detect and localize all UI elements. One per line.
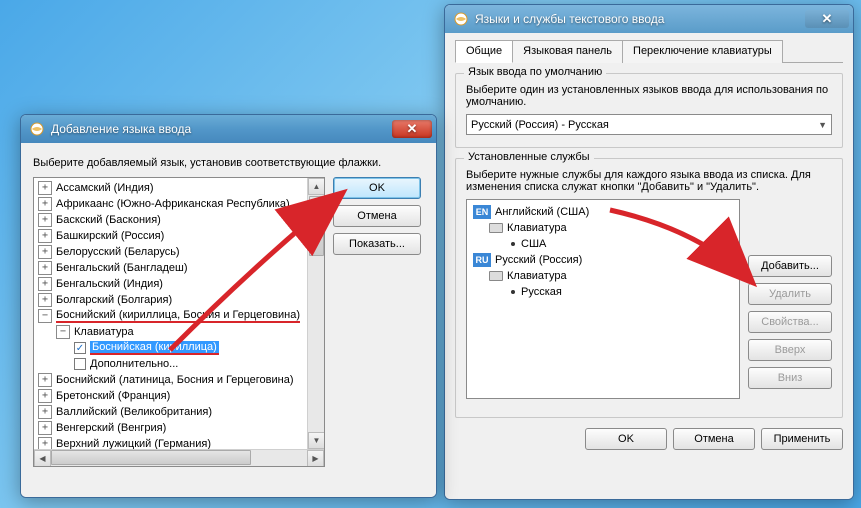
tab-strip: Общие Языковая панель Переключение клави… [455,39,843,63]
tab-key-switch[interactable]: Переключение клавиатуры [622,40,783,63]
cancel-button[interactable]: Отмена [673,428,755,450]
tree-item-selected[interactable]: Боснийская (кириллица) [90,341,219,355]
ok-button[interactable]: OK [333,177,421,199]
vertical-scrollbar[interactable]: ▲ ▼ [307,178,324,449]
text-services-dialog: Языки и службы текстового ввода ✕ Общие … [444,4,854,500]
chevron-down-icon: ▼ [818,120,827,130]
services-tree[interactable]: EN Английский (США) Клавиатура США RU Русс… [466,199,740,399]
tree-item[interactable]: Болгарский (Болгария) [56,294,172,306]
close-button[interactable]: ✕ [392,120,432,138]
horizontal-scrollbar[interactable]: ◀ ▶ [34,449,324,466]
kb-label: Клавиатура [507,222,567,234]
scroll-right-icon[interactable]: ▶ [307,450,324,467]
expand-icon[interactable]: + [38,293,52,307]
tree-item[interactable]: Баскский (Баскония) [56,214,161,226]
tree-item[interactable]: Бенгальский (Бангладеш) [56,262,188,274]
default-language-group: Язык ввода по умолчанию Выберите один из… [455,73,843,148]
dialog-buttons: OK Отмена Применить [455,428,843,450]
add-button[interactable]: Добавить... [748,255,832,277]
expand-icon[interactable]: + [38,229,52,243]
dialog-body: Выберите добавляемый язык, установив соо… [21,143,436,497]
expand-icon[interactable]: + [38,373,52,387]
lang-ru: Русский (Россия) [495,254,582,266]
apply-button[interactable]: Применить [761,428,843,450]
services-buttons: Добавить... Удалить Свойства... Вверх Вн… [748,199,832,399]
bullet-icon [511,242,515,246]
tab-language-bar[interactable]: Языковая панель [512,40,623,63]
ok-button[interactable]: OK [585,428,667,450]
layout-en: США [521,238,546,250]
tree-item[interactable]: Ассамский (Индия) [56,182,154,194]
expand-icon[interactable]: + [38,421,52,435]
lang-en: Английский (США) [495,206,589,218]
lang-badge-ru: RU [473,253,491,267]
group-text: Выберите один из установленных языков вв… [466,84,832,108]
collapse-icon[interactable]: − [56,325,70,339]
down-button[interactable]: Вниз [748,367,832,389]
tree-item[interactable]: Белорусский (Беларусь) [56,246,180,258]
close-button[interactable]: ✕ [805,10,849,28]
properties-button[interactable]: Свойства... [748,311,832,333]
button-column: OK Отмена Показать... [333,177,421,467]
tree-item[interactable]: Бретонский (Франция) [56,390,170,402]
tree-item[interactable]: Африкаанс (Южно-Африканская Республика) [56,198,290,210]
bullet-icon [511,290,515,294]
combo-value: Русский (Россия) - Русская [471,119,609,131]
delete-button[interactable]: Удалить [748,283,832,305]
expand-icon[interactable]: + [38,389,52,403]
titlebar[interactable]: Добавление языка ввода ✕ [21,115,436,143]
titlebar[interactable]: Языки и службы текстового ввода ✕ [445,5,853,33]
dialog-body: Общие Языковая панель Переключение клави… [445,33,853,499]
app-icon [453,11,469,27]
scroll-thumb[interactable] [309,196,324,256]
checkbox-unchecked[interactable] [74,358,86,370]
group-text: Выберите нужные службы для каждого языка… [466,169,832,193]
tree-item[interactable]: Боснийский (латиница, Босния и Герцегови… [56,374,294,386]
language-tree[interactable]: + Ассамский (Индия) + Африкаанс (Южно-Афри… [33,177,325,467]
expand-icon[interactable]: + [38,213,52,227]
lang-badge-en: EN [473,205,491,219]
tab-general[interactable]: Общие [455,40,513,63]
scroll-down-icon[interactable]: ▼ [308,432,325,449]
app-icon [29,121,45,137]
tree-item[interactable]: Бенгальский (Индия) [56,278,163,290]
tree-item[interactable]: Валлийский (Великобритания) [56,406,212,418]
expand-icon[interactable]: + [38,181,52,195]
installed-services-group: Установленные службы Выберите нужные слу… [455,158,843,418]
scroll-thumb[interactable] [51,450,251,465]
collapse-icon[interactable]: − [38,309,52,323]
layout-ru: Русская [521,286,562,298]
default-language-combo[interactable]: Русский (Россия) - Русская ▼ [466,114,832,135]
up-button[interactable]: Вверх [748,339,832,361]
keyboard-icon [489,271,503,281]
instruction-text: Выберите добавляемый язык, установив соо… [33,157,424,169]
tree-item-keyboard[interactable]: Клавиатура [74,326,134,338]
tree-item[interactable]: Башкирский (Россия) [56,230,164,242]
cancel-button[interactable]: Отмена [333,205,421,227]
window-title: Добавление языка ввода [51,122,390,136]
expand-icon[interactable]: + [38,405,52,419]
keyboard-icon [489,223,503,233]
show-button[interactable]: Показать... [333,233,421,255]
tree-item-more[interactable]: Дополнительно... [90,358,178,370]
tree-item[interactable]: Венгерский (Венгрия) [56,422,166,434]
group-title: Язык ввода по умолчанию [464,66,606,78]
expand-icon[interactable]: + [38,277,52,291]
scroll-left-icon[interactable]: ◀ [34,450,51,467]
kb-label: Клавиатура [507,270,567,282]
window-title: Языки и службы текстового ввода [475,12,803,26]
checkbox-checked[interactable]: ✓ [74,342,86,354]
scroll-up-icon[interactable]: ▲ [308,178,325,195]
add-input-language-dialog: Добавление языка ввода ✕ Выберите добавл… [20,114,437,498]
expand-icon[interactable]: + [38,245,52,259]
group-title: Установленные службы [464,151,594,163]
expand-icon[interactable]: + [38,261,52,275]
expand-icon[interactable]: + [38,197,52,211]
tree-item-bosnian-cyrillic[interactable]: Боснийский (кириллица, Босния и Герцегов… [56,309,300,323]
